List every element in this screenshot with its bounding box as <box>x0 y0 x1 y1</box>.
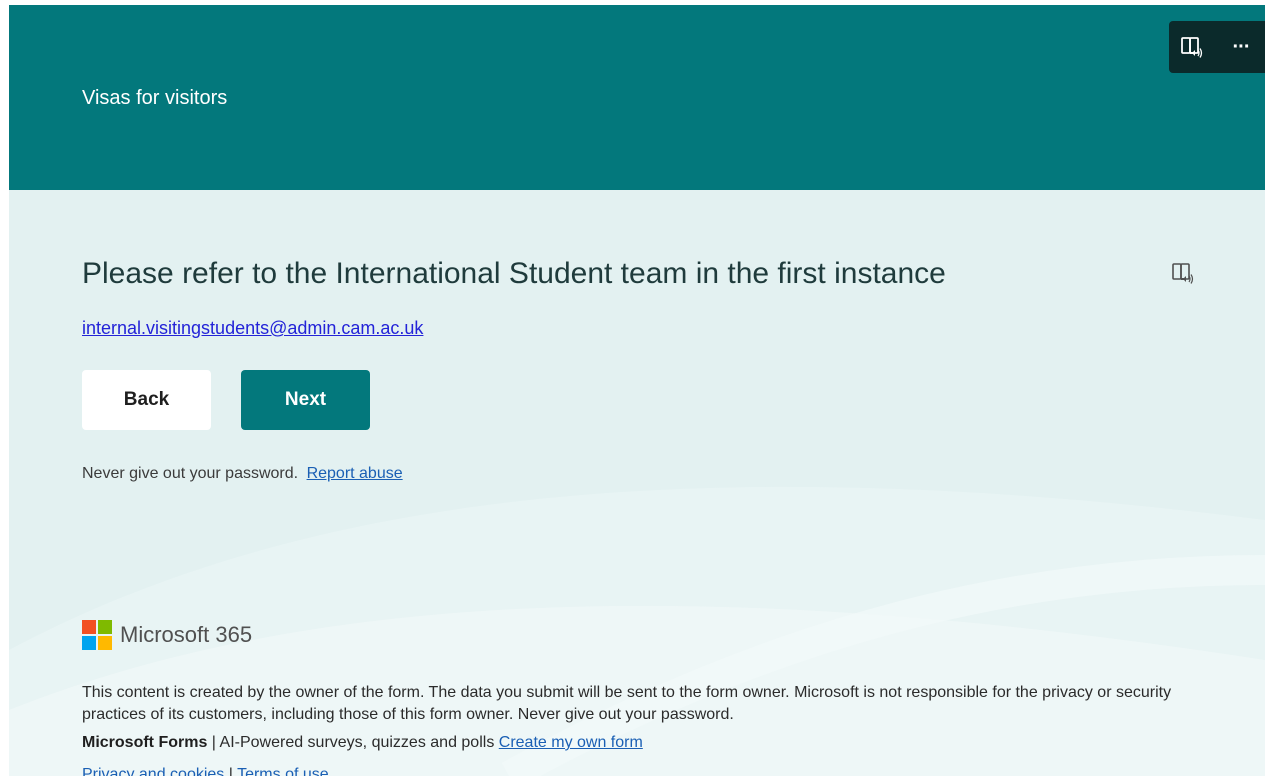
more-options-button[interactable]: ··· <box>1224 30 1258 64</box>
product-name: Microsoft Forms <box>82 734 208 751</box>
question-title: Please refer to the International Studen… <box>82 257 946 290</box>
report-abuse-link[interactable]: Report abuse <box>307 465 403 482</box>
password-notice: Never give out your password. Report abu… <box>82 464 403 484</box>
microsoft-logo-icon <box>82 620 112 650</box>
question-reader-button[interactable] <box>1169 258 1199 288</box>
microsoft-365-brand: Microsoft 365 <box>82 620 252 650</box>
footer-disclaimer: This content is created by the owner of … <box>82 684 1172 723</box>
password-notice-text: Never give out your password. <box>82 465 299 482</box>
brand-name: Microsoft 365 <box>120 622 253 647</box>
product-tagline: | AI-Powered surveys, quizzes and polls <box>211 734 495 751</box>
create-form-link[interactable]: Create my own form <box>499 734 643 751</box>
immersive-reader-icon <box>1172 263 1194 284</box>
back-button[interactable]: Back <box>82 370 211 430</box>
form-page: Visas for visitors ··· Please refer to t… <box>0 0 1265 776</box>
form-title: Visas for visitors <box>82 87 228 109</box>
terms-link[interactable]: Terms of use <box>237 766 329 776</box>
form-header-banner: Visas for visitors <box>9 5 1265 190</box>
top-toolbar: ··· <box>1169 21 1265 73</box>
legal-separator: | <box>228 766 233 776</box>
immersive-reader-icon <box>1181 37 1203 58</box>
forms-product-line: Microsoft Forms | AI-Powered surveys, qu… <box>82 732 643 754</box>
email-link[interactable]: internal.visitingstudents@admin.cam.ac.u… <box>82 317 423 339</box>
next-button[interactable]: Next <box>241 370 370 430</box>
legal-links: Privacy and cookies | Terms of use <box>82 764 329 776</box>
more-options-icon: ··· <box>1232 35 1251 58</box>
form-content: Please refer to the International Studen… <box>9 190 1265 776</box>
privacy-link[interactable]: Privacy and cookies <box>82 766 224 776</box>
immersive-reader-button[interactable] <box>1176 30 1210 64</box>
